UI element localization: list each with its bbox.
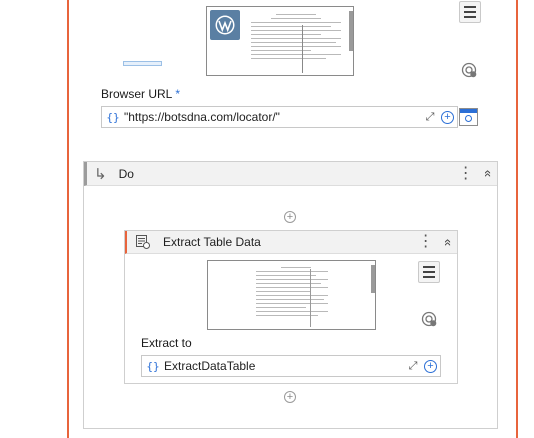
extract-table-icon — [136, 235, 150, 249]
wordpress-logo-icon — [210, 10, 240, 40]
extract-expand-icon[interactable]: ⤢ — [405, 360, 421, 373]
add-activity-button-bottom[interactable]: + — [284, 391, 296, 403]
extract-more-options-icon[interactable]: ⋮ — [418, 234, 434, 250]
browser-url-label: Browser URL * — [101, 87, 180, 101]
extract-table-title: Extract Table Data — [163, 235, 261, 249]
target-icon[interactable] — [461, 62, 477, 78]
extract-table-header[interactable]: Extract Table Data ⋮ « — [125, 231, 457, 254]
extract-to-label: Extract to — [141, 336, 192, 350]
table-thumbnail-divider — [310, 269, 311, 327]
browser-window-icon[interactable] — [459, 108, 478, 126]
options-menu-button[interactable] — [459, 1, 481, 23]
extract-target-icon[interactable] — [421, 311, 437, 327]
do-arrow-icon: ↳ — [94, 165, 107, 183]
table-screenshot-thumbnail[interactable] — [207, 260, 376, 330]
add-activity-button[interactable]: + — [284, 211, 296, 223]
thumbnail-scrollbar[interactable] — [349, 11, 353, 51]
expression-icon[interactable]: {} — [102, 111, 124, 124]
browser-url-field[interactable]: {} "https://botsdna.com/locator/" ⤢ + — [101, 106, 458, 128]
more-options-icon[interactable]: ⋮ — [458, 165, 474, 182]
expand-icon[interactable]: ⤢ — [422, 111, 438, 124]
browser-screenshot-thumbnail[interactable] — [206, 6, 354, 76]
extract-expression-icon[interactable]: {} — [142, 360, 164, 373]
browser-url-label-text: Browser URL — [101, 87, 173, 101]
do-block-title: Do — [118, 166, 134, 181]
extract-to-field[interactable]: {} ExtractDataTable ⤢ + — [141, 355, 441, 377]
required-marker: * — [175, 87, 181, 101]
do-block-header[interactable]: ↳ Do ⋮ « — [84, 162, 497, 186]
table-thumbnail-content — [256, 264, 328, 319]
table-thumbnail-scrollbar[interactable] — [371, 265, 375, 293]
extract-add-icon[interactable]: + — [424, 359, 437, 373]
extract-options-menu-button[interactable] — [418, 261, 440, 283]
thumbnail-divider — [302, 25, 303, 73]
browser-url-input[interactable]: "https://botsdna.com/locator/" — [124, 110, 422, 124]
thumbnail-content — [251, 11, 341, 62]
collapse-icon[interactable]: « — [481, 170, 496, 177]
add-icon[interactable]: + — [441, 110, 454, 124]
extract-to-input[interactable]: ExtractDataTable — [164, 359, 405, 373]
extract-collapse-icon[interactable]: « — [441, 238, 456, 245]
indicator-bar — [123, 61, 162, 66]
